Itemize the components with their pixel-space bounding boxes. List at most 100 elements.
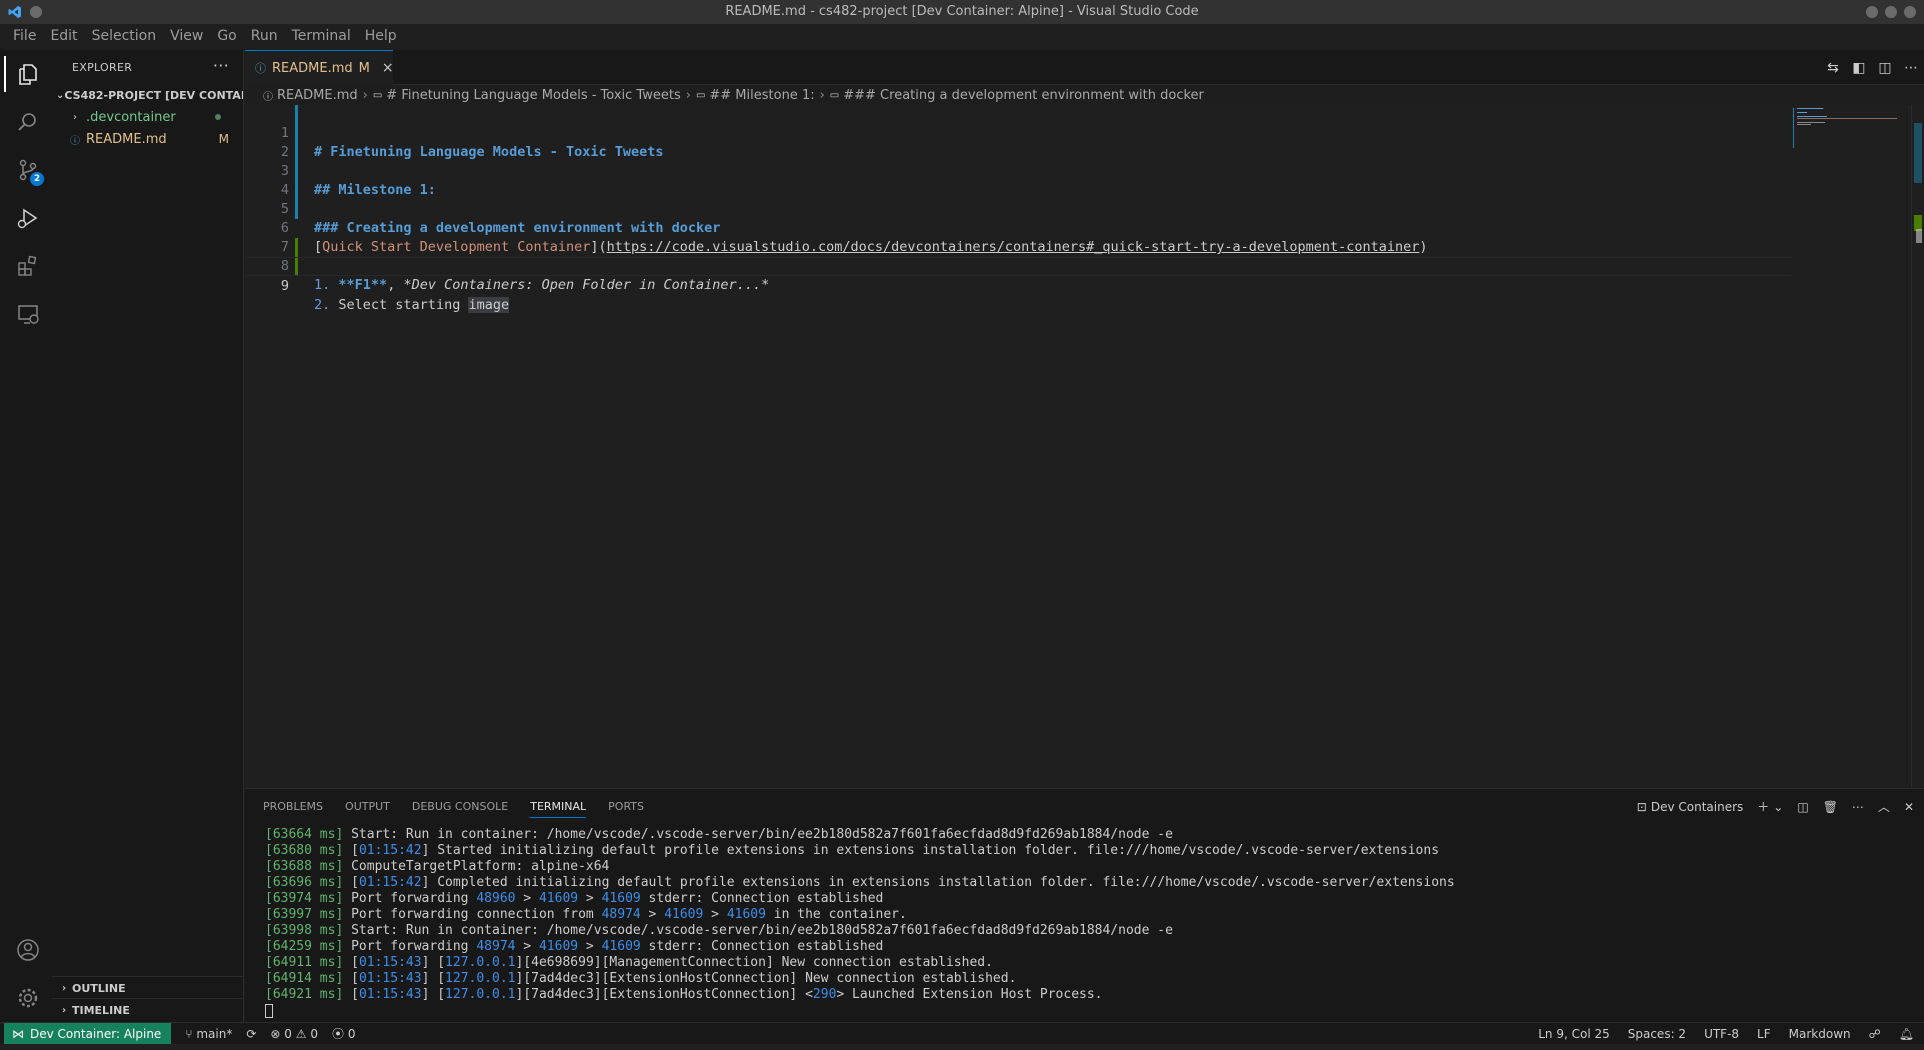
menu-view[interactable]: View (163, 28, 210, 44)
breadcrumb-h3[interactable]: ### Creating a development environment w… (843, 88, 1204, 103)
terminal-text: ] Started initializing default profile e… (421, 843, 1440, 858)
branch-indicator[interactable]: ⑂ main* (185, 1027, 232, 1041)
terminal-text: Port forwarding connection from (343, 907, 602, 922)
terminal-text: 01:15:42 (358, 875, 422, 890)
chevron-right-icon: › (362, 87, 368, 103)
remote-indicator[interactable]: ⋈ Dev Container: Alpine (4, 1022, 172, 1045)
language-mode[interactable]: Markdown (1789, 1027, 1851, 1041)
more-actions-icon[interactable]: ⋯ (1852, 800, 1864, 814)
tree-item-readme[interactable]: ⓘ README.md M (52, 128, 243, 150)
tab-terminal[interactable]: TERMINAL (530, 789, 586, 824)
terminal-text: 48960 (476, 891, 516, 906)
terminal-text: 41609 (664, 907, 704, 922)
menu-file[interactable]: File (6, 28, 43, 44)
breadcrumb-file[interactable]: README.md (277, 88, 358, 103)
ports-indicator[interactable]: ⦿ 0 (332, 1025, 355, 1042)
status-bar: ⋈ Dev Container: Alpine ⑂ main* ⟳ ⊗ 0 ⚠ … (0, 1022, 1924, 1045)
breadcrumb: ⓘ README.md › ▭ # Finetuning Language Mo… (245, 85, 1705, 105)
symbol-string-icon: ▭ (829, 89, 840, 101)
feedback-icon[interactable]: ☍ (1869, 1027, 1881, 1041)
terminal-text: 01:15:42 (358, 843, 422, 858)
terminal-text: ][4e698699][ManagementConnection] New co… (515, 955, 993, 970)
tab-problems[interactable]: PROBLEMS (263, 789, 323, 824)
minimize-button[interactable] (1866, 6, 1878, 18)
maximize-panel-icon[interactable]: ︿ (1878, 798, 1890, 815)
more-actions-icon[interactable]: ⋯ (1898, 60, 1924, 76)
remote-explorer-icon (18, 305, 39, 324)
extensions-activity[interactable] (4, 242, 52, 290)
maximize-button[interactable] (1885, 6, 1897, 18)
timeline-section[interactable]: › TIMELINE (52, 998, 244, 1021)
terminal-line: [63998 ms] Start: Run in container: /hom… (265, 923, 1455, 939)
menu-terminal[interactable]: Terminal (285, 28, 358, 44)
end-of-line[interactable]: LF (1757, 1027, 1771, 1041)
cursor-position[interactable]: Ln 9, Col 25 (1538, 1027, 1610, 1041)
terminal-cursor (265, 1003, 273, 1018)
code-line: 8 1. **F1**, *Dev Containers: Open Folde… (245, 238, 1791, 293)
terminal-line: [64911 ms] [01:15:43] [127.0.0.1][4e6986… (265, 955, 1455, 971)
split-editor-icon[interactable]: ◫ (1872, 60, 1898, 76)
chevron-down-icon[interactable]: ⌄ (1773, 800, 1783, 814)
scroll-thumb[interactable] (1916, 229, 1922, 243)
terminal-text: [ (343, 987, 359, 1002)
menu-go[interactable]: Go (210, 28, 243, 44)
tree-item-devcontainer[interactable]: › .devcontainer (52, 106, 243, 128)
minimap[interactable] (1791, 105, 1911, 788)
terminal-name[interactable]: Dev Containers (1651, 800, 1743, 814)
highlighted-word: image (468, 297, 510, 313)
remote-explorer-activity[interactable] (4, 290, 52, 338)
tab-readme[interactable]: ⓘ README.md M × (245, 50, 394, 85)
terminal-text: > (578, 939, 602, 954)
manage-activity[interactable] (4, 974, 52, 1022)
account-icon (17, 939, 39, 961)
terminal-text: 127.0.0.1 (445, 987, 516, 1002)
code-editor[interactable]: 1 # Finetuning Language Models - Toxic T… (245, 105, 1791, 788)
compare-icon[interactable]: ⇆ (1820, 60, 1846, 76)
bell-icon[interactable]: 🔔︎ (1899, 1027, 1914, 1041)
menu-selection[interactable]: Selection (85, 28, 164, 44)
warning-icon: ⚠ (295, 1026, 307, 1041)
open-preview-icon[interactable]: ◧ (1846, 60, 1872, 76)
editor-scrollbar[interactable] (1911, 105, 1924, 788)
terminal-text: 01:15:43 (358, 971, 422, 986)
terminal-text: ComputeTargetPlatform: alpine-x64 (343, 859, 610, 874)
terminal-text: 41609 (538, 891, 579, 906)
menu-help[interactable]: Help (358, 28, 404, 44)
menu-edit[interactable]: Edit (43, 28, 84, 44)
terminal-icon: ⊡ (1636, 799, 1647, 814)
breadcrumb-h2[interactable]: ## Milestone 1: (709, 88, 814, 103)
code-line: 1 # Finetuning Language Models - Toxic T… (245, 105, 1791, 160)
indentation[interactable]: Spaces: 2 (1628, 1027, 1686, 1041)
outline-section[interactable]: › OUTLINE (52, 976, 244, 999)
timeline-label: TIMELINE (72, 1003, 130, 1017)
terminal-prompt[interactable] (265, 1003, 1455, 1019)
explorer-activity[interactable] (4, 50, 52, 98)
terminal-text: > (578, 891, 602, 906)
source-control-activity[interactable]: 2 (4, 146, 52, 194)
tab-debug-console[interactable]: DEBUG CONSOLE (412, 789, 508, 824)
menu-run[interactable]: Run (244, 28, 285, 44)
tab-ports[interactable]: PORTS (608, 789, 644, 824)
breadcrumb-h1[interactable]: # Finetuning Language Models - Toxic Twe… (386, 88, 680, 103)
terminal-text: 41609 (726, 907, 766, 922)
terminal-text: [ (343, 875, 359, 890)
search-activity[interactable] (4, 98, 52, 146)
problems-indicator[interactable]: ⊗ 0 ⚠ 0 (270, 1027, 318, 1041)
tab-output[interactable]: OUTPUT (345, 789, 390, 824)
close-panel-icon[interactable]: ✕ (1904, 800, 1914, 814)
terminal-output[interactable]: [63664 ms] Start: Run in container: /hom… (265, 827, 1455, 1019)
sync-icon[interactable]: ⟳ (246, 1027, 256, 1041)
new-terminal-icon[interactable]: ＋ (1757, 798, 1769, 815)
run-debug-activity[interactable] (4, 194, 52, 242)
editor-tab-bar: ⓘ README.md M × ⇆ ◧ ◫ ⋯ (245, 50, 1924, 85)
trash-icon[interactable]: 🗑 (1823, 800, 1838, 814)
accounts-activity[interactable] (4, 926, 52, 974)
close-window-button[interactable] (1904, 6, 1916, 18)
bottom-panel: PROBLEMS OUTPUT DEBUG CONSOLE TERMINAL P… (245, 788, 1924, 1022)
encoding[interactable]: UTF-8 (1704, 1027, 1739, 1041)
search-icon (18, 113, 36, 131)
close-icon[interactable]: × (382, 60, 394, 76)
more-actions-icon[interactable]: ··· (213, 56, 229, 75)
workspace-root[interactable]: ⌄ CS482-PROJECT [DEV CONTAI... (52, 84, 243, 106)
split-terminal-icon[interactable]: ◫ (1797, 800, 1808, 814)
